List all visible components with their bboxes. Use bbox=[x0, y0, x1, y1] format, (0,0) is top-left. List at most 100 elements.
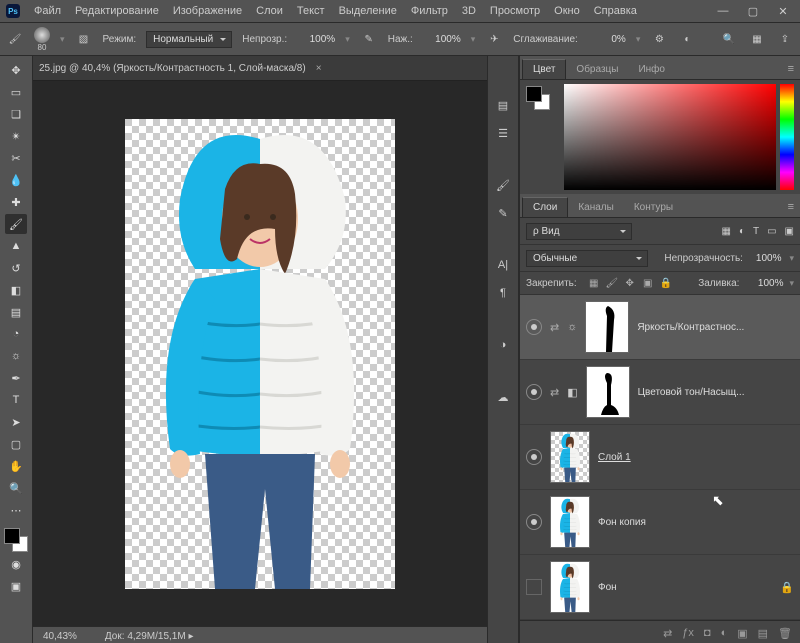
smoothing-chevron-icon[interactable]: ▾ bbox=[636, 34, 641, 45]
new-layer-icon[interactable]: ▤ bbox=[758, 627, 768, 640]
lock-artboard-icon[interactable]: ▣ bbox=[641, 278, 655, 289]
lock-transparency-icon[interactable]: ▦ bbox=[587, 278, 601, 289]
menu-filter[interactable]: Фильтр bbox=[411, 5, 448, 17]
layer-name[interactable]: Яркость/Контрастнос... bbox=[637, 322, 794, 333]
maximize-button[interactable]: ▢ bbox=[742, 4, 764, 18]
close-button[interactable]: ✕ bbox=[772, 4, 794, 18]
opacity-chevron-icon[interactable]: ▾ bbox=[345, 34, 350, 45]
layer-name[interactable]: Фон bbox=[598, 582, 772, 593]
layer-name[interactable]: Слой 1 bbox=[598, 452, 794, 463]
artboard[interactable] bbox=[125, 119, 395, 589]
layer-row[interactable]: ⇄ ◧ Цветовой тон/Насыщ... bbox=[520, 360, 800, 425]
menu-file[interactable]: Файл bbox=[34, 5, 61, 17]
libraries-panel-icon[interactable]: ☁ bbox=[494, 388, 512, 406]
link-icon[interactable]: ⇄ bbox=[550, 386, 559, 399]
menu-3d[interactable]: 3D bbox=[462, 5, 476, 17]
tab-swatches[interactable]: Образцы bbox=[566, 60, 628, 79]
menu-layers[interactable]: Слои bbox=[256, 5, 283, 17]
lock-paint-icon[interactable]: 🖌 bbox=[605, 278, 619, 289]
history-brush-tool[interactable]: ↺ bbox=[5, 258, 27, 278]
opacity-value[interactable]: 100% bbox=[297, 34, 335, 45]
gradient-tool[interactable]: ▤ bbox=[5, 302, 27, 322]
document-tab[interactable]: 25.jpg @ 40,4% (Яркость/Контрастность 1,… bbox=[39, 63, 306, 74]
layer-thumbnail[interactable] bbox=[550, 561, 590, 613]
eyedropper-tool[interactable]: 💧 bbox=[5, 170, 27, 190]
crop-tool[interactable]: ✂ bbox=[5, 148, 27, 168]
brush-settings-panel-icon[interactable]: ✎ bbox=[494, 204, 512, 222]
doc-info[interactable]: Док: 4,29M/15,1M ▸ bbox=[105, 631, 194, 642]
menu-edit[interactable]: Редактирование bbox=[75, 5, 159, 17]
type-tool[interactable]: T bbox=[5, 390, 27, 410]
foreground-swatch[interactable] bbox=[4, 528, 20, 544]
move-tool[interactable]: ✥ bbox=[5, 60, 27, 80]
lock-position-icon[interactable]: ✥ bbox=[623, 278, 637, 289]
brush-panel-icon[interactable]: ▧ bbox=[75, 30, 93, 48]
visibility-toggle[interactable] bbox=[526, 514, 542, 530]
tab-paths[interactable]: Контуры bbox=[624, 198, 683, 217]
visibility-toggle[interactable] bbox=[526, 449, 542, 465]
pressure-size-icon[interactable]: ◐ bbox=[678, 30, 696, 48]
close-tab-icon[interactable]: × bbox=[316, 63, 322, 74]
search-icon[interactable]: 🔍 bbox=[720, 30, 738, 48]
share-icon[interactable]: ⇪ bbox=[776, 30, 794, 48]
zoom-value[interactable]: 40,43% bbox=[43, 631, 77, 642]
group-icon[interactable]: ▣ bbox=[737, 627, 747, 640]
shape-tool[interactable]: ▢ bbox=[5, 434, 27, 454]
smoothing-value[interactable]: 0% bbox=[588, 34, 626, 45]
marquee-tool[interactable]: ▭ bbox=[5, 82, 27, 102]
filter-smart-icon[interactable]: ▣ bbox=[785, 226, 794, 237]
brushes-panel-icon[interactable]: 🖌 bbox=[494, 176, 512, 194]
layer-thumbnail[interactable] bbox=[550, 496, 590, 548]
filter-shape-icon[interactable]: ▭ bbox=[767, 226, 776, 237]
smoothing-settings-icon[interactable]: ⚙ bbox=[650, 30, 668, 48]
filter-adjust-icon[interactable]: ◐ bbox=[739, 226, 745, 237]
layer-name[interactable]: Цветовой тон/Насыщ... bbox=[638, 387, 794, 398]
link-layers-icon[interactable]: ⇄ bbox=[663, 627, 672, 640]
layer-mask-thumbnail[interactable] bbox=[586, 366, 630, 418]
quick-select-tool[interactable]: ✴ bbox=[5, 126, 27, 146]
panel-swatches[interactable] bbox=[526, 86, 550, 110]
eraser-tool[interactable]: ◧ bbox=[5, 280, 27, 300]
layer-mask-thumbnail[interactable] bbox=[585, 301, 629, 353]
flow-chevron-icon[interactable]: ▾ bbox=[471, 34, 476, 45]
minimize-button[interactable]: — bbox=[712, 4, 734, 18]
tab-info[interactable]: Инфо bbox=[628, 60, 675, 79]
menu-select[interactable]: Выделение bbox=[339, 5, 397, 17]
menu-view[interactable]: Просмотр bbox=[490, 5, 540, 17]
zoom-tool[interactable]: 🔍 bbox=[5, 478, 27, 498]
canvas[interactable] bbox=[33, 81, 487, 626]
blend-mode-dropdown[interactable]: Нормальный bbox=[146, 31, 232, 48]
quickmask-tool[interactable]: ◉ bbox=[5, 554, 27, 574]
layers-panel-menu-icon[interactable]: ≡ bbox=[782, 197, 800, 217]
airbrush-icon[interactable]: ✈ bbox=[485, 30, 503, 48]
paragraph-panel-icon[interactable]: ¶ bbox=[494, 284, 512, 302]
lock-all-icon[interactable]: 🔒 bbox=[659, 278, 673, 289]
layer-filter-dropdown[interactable]: ρ Вид bbox=[526, 223, 632, 240]
properties-panel-icon[interactable]: ☰ bbox=[494, 124, 512, 142]
path-select-tool[interactable]: ➤ bbox=[5, 412, 27, 432]
color-panel-menu-icon[interactable]: ≡ bbox=[782, 59, 800, 79]
layer-row[interactable]: Слой 1 bbox=[520, 425, 800, 490]
layer-style-icon[interactable]: ƒх bbox=[682, 627, 694, 639]
screenmode-tool[interactable]: ▣ bbox=[5, 576, 27, 596]
tab-layers[interactable]: Слои bbox=[522, 197, 568, 217]
adjustments-panel-icon[interactable]: ◑ bbox=[494, 336, 512, 354]
hand-tool[interactable]: ✋ bbox=[5, 456, 27, 476]
healing-tool[interactable]: ✚ bbox=[5, 192, 27, 212]
visibility-toggle[interactable] bbox=[526, 384, 542, 400]
pressure-opacity-icon[interactable]: ✎ bbox=[360, 30, 378, 48]
pen-tool[interactable]: ✒ bbox=[5, 368, 27, 388]
brush-tool-icon[interactable]: 🖌 bbox=[6, 30, 24, 48]
visibility-toggle[interactable] bbox=[526, 579, 542, 595]
hue-slider[interactable] bbox=[780, 84, 794, 190]
menu-window[interactable]: Окно bbox=[554, 5, 580, 17]
layer-row[interactable]: ⇄ ☼ Яркость/Контрастнос... bbox=[520, 295, 800, 360]
panel-fg-swatch[interactable] bbox=[526, 86, 542, 102]
visibility-toggle[interactable] bbox=[526, 319, 542, 335]
brush-preset-chevron-icon[interactable]: ▾ bbox=[60, 34, 65, 45]
brush-tool[interactable]: 🖌 bbox=[5, 214, 27, 234]
delete-layer-icon[interactable]: 🗑 bbox=[778, 627, 792, 640]
layer-row[interactable]: Фон 🔒 bbox=[520, 555, 800, 620]
menu-image[interactable]: Изображение bbox=[173, 5, 242, 17]
blend-mode-layer-dropdown[interactable]: Обычные bbox=[526, 250, 648, 267]
